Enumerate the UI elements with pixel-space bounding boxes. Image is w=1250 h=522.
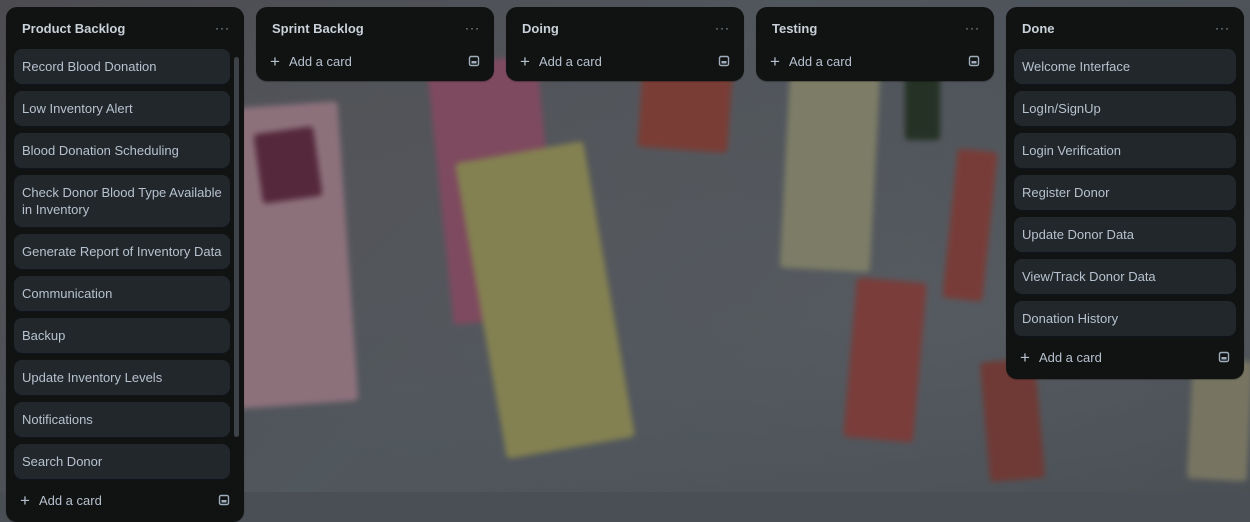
- plus-icon: +: [20, 490, 30, 510]
- list-done[interactable]: Done ··· Welcome Interface LogIn/SignUp …: [1006, 7, 1244, 379]
- plus-icon: +: [520, 51, 530, 71]
- add-card-label: Add a card: [788, 53, 852, 69]
- list-product-backlog[interactable]: Product Backlog ··· Record Blood Donatio…: [6, 7, 244, 522]
- list-testing[interactable]: Testing ··· + Add a card: [756, 7, 994, 81]
- add-card-row: + Add a card: [756, 45, 994, 77]
- card[interactable]: Search Donor: [14, 444, 230, 479]
- add-card-label: Add a card: [538, 53, 602, 69]
- add-card-row: + Add a card: [1006, 341, 1244, 373]
- card[interactable]: LogIn/SignUp: [1014, 91, 1236, 126]
- list-title[interactable]: Sprint Backlog: [272, 21, 364, 36]
- card[interactable]: Communication: [14, 276, 230, 311]
- card-list: Welcome Interface LogIn/SignUp Login Ver…: [1006, 49, 1244, 336]
- plus-icon: +: [270, 51, 280, 71]
- more-horizontal-icon[interactable]: ···: [215, 22, 230, 34]
- card-template-icon[interactable]: [218, 494, 230, 506]
- card[interactable]: Low Inventory Alert: [14, 91, 230, 126]
- add-card-label: Add a card: [1038, 349, 1102, 365]
- list-header: Testing ···: [756, 7, 994, 49]
- plus-icon: +: [1020, 347, 1030, 367]
- more-horizontal-icon[interactable]: ···: [1215, 22, 1230, 34]
- scrollbar-thumb[interactable]: [234, 57, 239, 437]
- card[interactable]: Blood Donation Scheduling: [14, 133, 230, 168]
- card[interactable]: Record Blood Donation: [14, 49, 230, 84]
- more-horizontal-icon[interactable]: ···: [715, 22, 730, 34]
- list-sprint-backlog[interactable]: Sprint Backlog ··· + Add a card: [256, 7, 494, 81]
- card[interactable]: Update Inventory Levels: [14, 360, 230, 395]
- add-card-label: Add a card: [288, 53, 352, 69]
- list-scrollbar[interactable]: [234, 49, 240, 473]
- card-template-icon[interactable]: [718, 55, 730, 67]
- board-lists: Product Backlog ··· Record Blood Donatio…: [6, 7, 1244, 522]
- add-card-row: + Add a card: [506, 45, 744, 77]
- add-card-button[interactable]: + Add a card: [520, 53, 602, 70]
- card[interactable]: Backup: [14, 318, 230, 353]
- card-template-icon[interactable]: [968, 55, 980, 67]
- card[interactable]: Welcome Interface: [1014, 49, 1236, 84]
- card[interactable]: Login Verification: [1014, 133, 1236, 168]
- add-card-button[interactable]: + Add a card: [20, 492, 102, 509]
- list-header: Sprint Backlog ···: [256, 7, 494, 49]
- card-template-icon[interactable]: [468, 55, 480, 67]
- list-title[interactable]: Product Backlog: [22, 21, 125, 36]
- list-title[interactable]: Testing: [772, 21, 817, 36]
- more-horizontal-icon[interactable]: ···: [965, 22, 980, 34]
- plus-icon: +: [770, 51, 780, 71]
- card-template-icon[interactable]: [1218, 351, 1230, 363]
- add-card-button[interactable]: + Add a card: [270, 53, 352, 70]
- card[interactable]: Check Donor Blood Type Available in Inve…: [14, 175, 230, 227]
- card[interactable]: Update Donor Data: [1014, 217, 1236, 252]
- list-header: Doing ···: [506, 7, 744, 49]
- card[interactable]: Generate Report of Inventory Data: [14, 234, 230, 269]
- add-card-label: Add a card: [38, 492, 102, 508]
- list-header: Done ···: [1006, 7, 1244, 49]
- list-title[interactable]: Done: [1022, 21, 1055, 36]
- list-header: Product Backlog ···: [6, 7, 244, 49]
- card[interactable]: Notifications: [14, 402, 230, 437]
- add-card-row: + Add a card: [256, 45, 494, 77]
- list-doing[interactable]: Doing ··· + Add a card: [506, 7, 744, 81]
- add-card-button[interactable]: + Add a card: [770, 53, 852, 70]
- card-list: Record Blood Donation Low Inventory Aler…: [6, 49, 244, 479]
- add-card-button[interactable]: + Add a card: [1020, 349, 1102, 366]
- more-horizontal-icon[interactable]: ···: [465, 22, 480, 34]
- card[interactable]: View/Track Donor Data: [1014, 259, 1236, 294]
- add-card-row: + Add a card: [6, 484, 244, 516]
- card[interactable]: Donation History: [1014, 301, 1236, 336]
- card[interactable]: Register Donor: [1014, 175, 1236, 210]
- list-title[interactable]: Doing: [522, 21, 559, 36]
